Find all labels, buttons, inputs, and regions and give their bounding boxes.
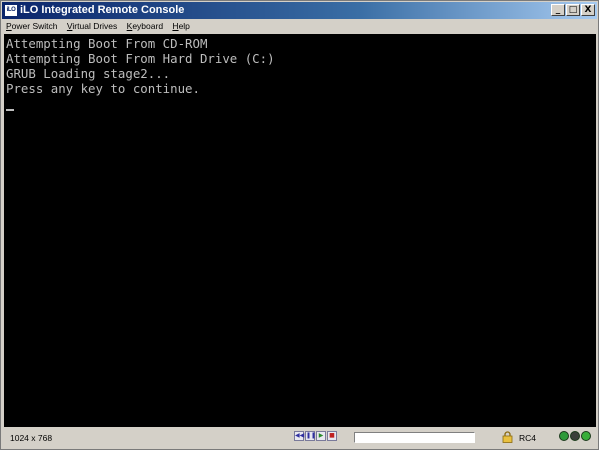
status-leds: [559, 431, 592, 443]
play-icon[interactable]: ▶: [316, 431, 326, 441]
encryption-label: RC4: [519, 433, 537, 443]
title-bar[interactable]: iLO iLO Integrated Remote Console _ □ X: [2, 2, 597, 19]
menu-help[interactable]: Help: [169, 19, 192, 33]
playback-progress-bar[interactable]: [354, 432, 475, 443]
menu-label: elp: [178, 21, 190, 31]
stop-icon[interactable]: ■: [327, 431, 337, 441]
minimize-button[interactable]: _: [551, 4, 565, 16]
menu-virtual-drives[interactable]: Virtual Drives: [64, 19, 120, 33]
status-bar: 1024 x 768 ◀◀ ❚❚ ▶ ■ RC4: [2, 427, 597, 449]
console-line: Attempting Boot From Hard Drive (C:): [6, 51, 275, 66]
lock-icon: [502, 431, 513, 443]
led-green-icon: [559, 431, 569, 441]
console-line: GRUB Loading stage2...: [6, 66, 171, 81]
menu-label: ower Switch: [11, 21, 58, 31]
console-line: Press any key to continue.: [6, 81, 200, 96]
menu-keyboard[interactable]: Keyboard: [124, 19, 166, 33]
playback-controls: ◀◀ ❚❚ ▶ ■: [294, 431, 338, 441]
close-button[interactable]: X: [581, 4, 595, 16]
window-title: iLO Integrated Remote Console: [20, 4, 185, 16]
window-controls: _ □ X: [550, 4, 595, 17]
rewind-icon[interactable]: ◀◀: [294, 431, 304, 441]
remote-console-window: iLO iLO Integrated Remote Console _ □ X Po…: [0, 0, 599, 450]
menu-power-switch[interactable]: Power Switch: [3, 19, 61, 33]
menu-bar: Power Switch Virtual Drives Keyboard Hel…: [2, 19, 597, 33]
screen-resolution: 1024 x 768: [10, 433, 53, 443]
led-dark-icon: [570, 431, 580, 441]
menu-label: eyboard: [132, 21, 164, 31]
ilo-app-icon: iLO: [5, 5, 17, 16]
led-power-icon[interactable]: [581, 431, 591, 441]
console-line: Attempting Boot From CD-ROM: [6, 36, 208, 51]
maximize-button[interactable]: □: [566, 4, 580, 16]
console-screen[interactable]: Attempting Boot From CD-ROM Attempting B…: [4, 34, 596, 427]
text-cursor: [6, 109, 14, 111]
menu-label: irtual Drives: [72, 21, 118, 31]
pause-icon[interactable]: ❚❚: [305, 431, 316, 441]
